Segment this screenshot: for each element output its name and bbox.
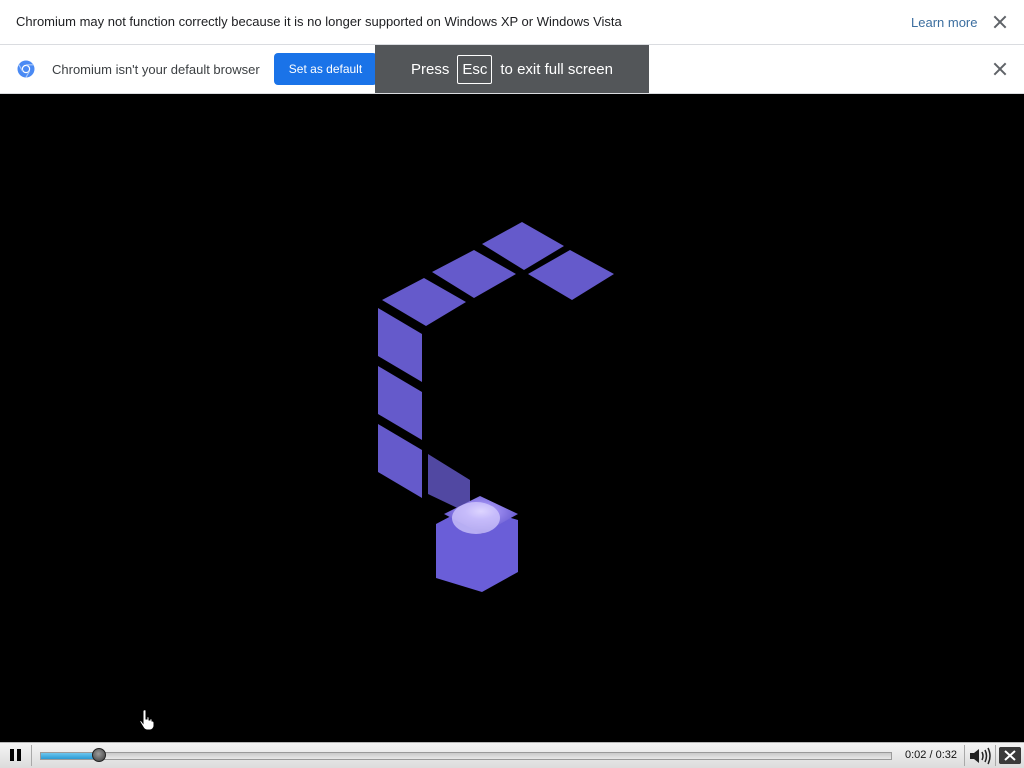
exit-fullscreen-icon[interactable]	[999, 747, 1021, 764]
seek-bar[interactable]	[40, 748, 892, 762]
fullscreen-exit-toast: Press Esc to exit full screen	[375, 45, 649, 93]
chromium-icon	[17, 60, 35, 78]
time-display: 0:02 / 0:32	[905, 749, 957, 761]
set-as-default-button[interactable]: Set as default	[274, 53, 377, 85]
unsupported-os-message: Chromium may not function correctly beca…	[16, 14, 622, 29]
divider	[995, 745, 996, 766]
seek-thumb[interactable]	[92, 748, 107, 762]
esc-key-badge: Esc	[457, 54, 493, 84]
learn-more-link[interactable]: Learn more	[911, 15, 977, 30]
media-controls: 0:02 / 0:32	[0, 742, 1024, 768]
seek-progress	[41, 753, 100, 759]
close-icon[interactable]	[993, 15, 1007, 29]
gamecube-logo-animation	[378, 222, 614, 592]
volume-icon[interactable]	[968, 747, 992, 765]
hand-cursor-icon	[139, 709, 155, 731]
divider	[964, 745, 965, 766]
divider	[31, 745, 32, 766]
unsupported-os-infobar: Chromium may not function correctly beca…	[0, 0, 1024, 45]
pause-icon[interactable]	[4, 746, 28, 765]
toast-suffix: to exit full screen	[500, 60, 613, 78]
glowing-cube	[436, 496, 518, 592]
close-icon[interactable]	[993, 62, 1007, 76]
default-browser-message: Chromium isn't your default browser	[52, 62, 260, 77]
video-frame[interactable]	[0, 94, 1024, 742]
toast-prefix: Press	[411, 60, 450, 78]
